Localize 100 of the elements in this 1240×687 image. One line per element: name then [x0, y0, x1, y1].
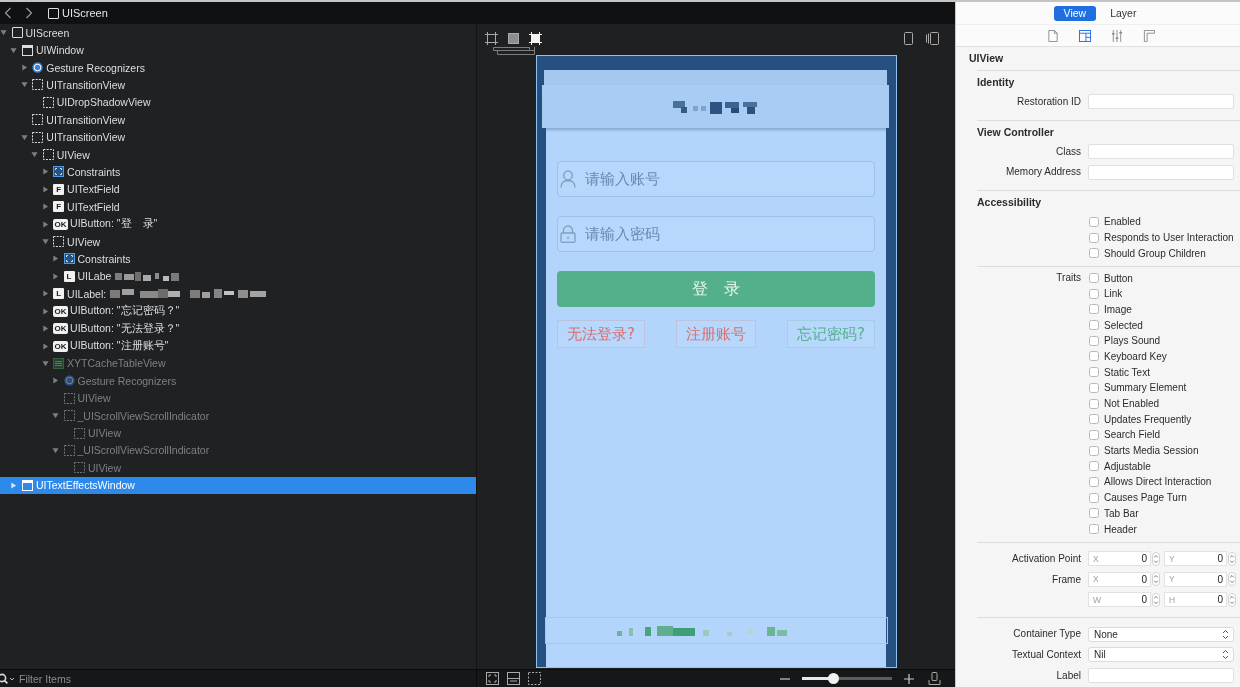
expanded-triangle-icon[interactable]: [20, 133, 28, 141]
checkbox[interactable]: [1089, 461, 1099, 472]
checkbox-label[interactable]: Tab Bar: [1104, 507, 1139, 519]
text-field[interactable]: [1088, 144, 1234, 160]
checkbox[interactable]: [1089, 335, 1099, 346]
sliders-icon[interactable]: [1111, 29, 1123, 42]
checkbox-label[interactable]: Header: [1104, 523, 1137, 535]
zoom-in-icon[interactable]: [904, 673, 914, 684]
wireframe-mode-icon[interactable]: [485, 32, 498, 45]
checkbox-label[interactable]: Allows Direct Interaction: [1104, 476, 1212, 488]
dashed-square-icon[interactable]: [528, 672, 541, 685]
number-field[interactable]: Y 0: [1164, 571, 1227, 587]
tree-row[interactable]: _UIScrollViewScrollIndicator: [0, 441, 476, 460]
back-chevron-icon[interactable]: [4, 7, 12, 19]
popup-button[interactable]: Nil: [1088, 647, 1234, 663]
fit-frame-icon[interactable]: [486, 672, 499, 685]
inspector-tab[interactable]: Layer: [1104, 5, 1143, 21]
tree-row[interactable]: F UITextField: [0, 198, 476, 216]
tree-row[interactable]: UIView: [0, 459, 476, 477]
tree-row[interactable]: UITransitionView: [0, 128, 476, 146]
tree-row[interactable]: OK UIButton: "登 录": [0, 215, 476, 233]
text-field[interactable]: [1088, 164, 1234, 180]
checkbox-label[interactable]: Adjustable: [1104, 460, 1151, 472]
checkbox[interactable]: [1089, 304, 1099, 315]
collapsed-triangle-icon[interactable]: [52, 272, 59, 280]
checkbox-label[interactable]: Selected: [1104, 319, 1143, 331]
collapsed-triangle-icon[interactable]: [41, 307, 49, 315]
collapsed-triangle-icon[interactable]: [10, 481, 18, 489]
expanded-triangle-icon[interactable]: [10, 46, 18, 54]
text-input-field[interactable]: 请输入账号: [557, 161, 875, 197]
checkbox-label[interactable]: Image: [1104, 303, 1132, 315]
tree-row[interactable]: UIView: [0, 232, 476, 251]
checkbox-label[interactable]: Button: [1104, 272, 1133, 284]
layout-panel-icon[interactable]: [507, 672, 520, 685]
checkbox-label[interactable]: Link: [1104, 288, 1123, 300]
tree-row[interactable]: UIView: [0, 389, 476, 407]
tree-row[interactable]: F UITextField: [0, 180, 476, 199]
checkbox[interactable]: [1089, 273, 1099, 283]
layout-panel-icon[interactable]: [1079, 29, 1091, 42]
filter-bar[interactable]: Filter Items: [0, 669, 477, 687]
expanded-triangle-icon[interactable]: [41, 238, 49, 246]
tree-row[interactable]: _UIScrollViewScrollIndicator: [0, 406, 476, 425]
checkbox[interactable]: [1089, 508, 1099, 519]
combined-mode-icon[interactable]: [529, 32, 542, 45]
checkbox-label[interactable]: Not Enabled: [1104, 398, 1160, 409]
tree-row[interactable]: UIScreen: [0, 24, 476, 42]
checkbox-label[interactable]: Keyboard Key: [1104, 350, 1167, 362]
tree-row[interactable]: L UILabel:: [0, 285, 476, 303]
stacked-frames-icon[interactable]: [926, 32, 939, 45]
expanded-triangle-icon[interactable]: [52, 412, 59, 420]
number-field[interactable]: Y 0: [1164, 551, 1227, 567]
checkbox[interactable]: [1089, 232, 1099, 243]
filter-field[interactable]: Filter Items: [19, 672, 476, 685]
tree-row[interactable]: UITextEffectsWindow: [0, 476, 476, 494]
checkbox[interactable]: [1089, 398, 1099, 409]
tree-row[interactable]: Constraints: [0, 250, 476, 268]
checkbox-label[interactable]: Causes Page Turn: [1104, 492, 1187, 504]
checkbox[interactable]: [1089, 492, 1099, 503]
checkbox-label[interactable]: Search Field: [1104, 429, 1161, 441]
number-field[interactable]: H 0: [1164, 592, 1227, 608]
single-frame-icon[interactable]: [902, 32, 915, 45]
collapsed-triangle-icon[interactable]: [41, 220, 49, 228]
checkbox[interactable]: [1089, 320, 1099, 331]
breadcrumb-item[interactable]: UIScreen: [62, 7, 108, 19]
popup-button[interactable]: None: [1088, 626, 1234, 642]
ruler-icon[interactable]: [1143, 29, 1155, 42]
collapsed-triangle-icon[interactable]: [52, 255, 59, 263]
tree-row[interactable]: UIWindow: [0, 41, 476, 59]
tree-row[interactable]: OK UIButton: "忘记密码？": [0, 302, 476, 320]
tree-row[interactable]: Gesture Recognizers: [0, 58, 476, 77]
collapsed-triangle-icon[interactable]: [41, 325, 49, 333]
tree-row[interactable]: UIView: [0, 424, 476, 442]
checkbox[interactable]: [1089, 524, 1099, 534]
checkbox-label[interactable]: Responds to User Interaction: [1104, 232, 1234, 244]
checkbox-label[interactable]: Starts Media Session: [1104, 445, 1199, 457]
checkbox-label[interactable]: Updates Frequently: [1104, 413, 1192, 425]
collapsed-triangle-icon[interactable]: [52, 377, 59, 385]
tree-row[interactable]: XYTCacheTableView: [0, 354, 476, 373]
expanded-triangle-icon[interactable]: [52, 446, 59, 454]
tree-row[interactable]: UITransitionView: [0, 111, 476, 129]
checkbox[interactable]: [1089, 476, 1099, 487]
collapsed-triangle-icon[interactable]: [41, 185, 49, 193]
collapsed-triangle-icon[interactable]: [41, 290, 49, 298]
tree-row[interactable]: L UILabe: [0, 267, 476, 286]
checkbox[interactable]: [1089, 445, 1099, 456]
checkbox[interactable]: [1089, 367, 1099, 378]
number-field[interactable]: X 0: [1088, 551, 1151, 567]
checkbox[interactable]: [1089, 414, 1099, 425]
text-input-field[interactable]: 请输入密码: [557, 216, 875, 252]
checkbox-label[interactable]: Enabled: [1104, 216, 1141, 228]
tree-row[interactable]: Constraints: [0, 163, 476, 181]
layer-range-handle[interactable]: [493, 47, 535, 55]
expanded-triangle-icon[interactable]: [41, 359, 49, 367]
tree-row[interactable]: UITransitionView: [0, 76, 476, 94]
text-field[interactable]: [1088, 94, 1234, 110]
expanded-triangle-icon[interactable]: [31, 151, 39, 159]
tree-row[interactable]: UIDropShadowView: [0, 93, 476, 112]
file-icon[interactable]: [1047, 29, 1059, 42]
tree-row[interactable]: OK UIButton: "注册账号": [0, 337, 476, 355]
collapsed-triangle-icon[interactable]: [41, 168, 49, 176]
